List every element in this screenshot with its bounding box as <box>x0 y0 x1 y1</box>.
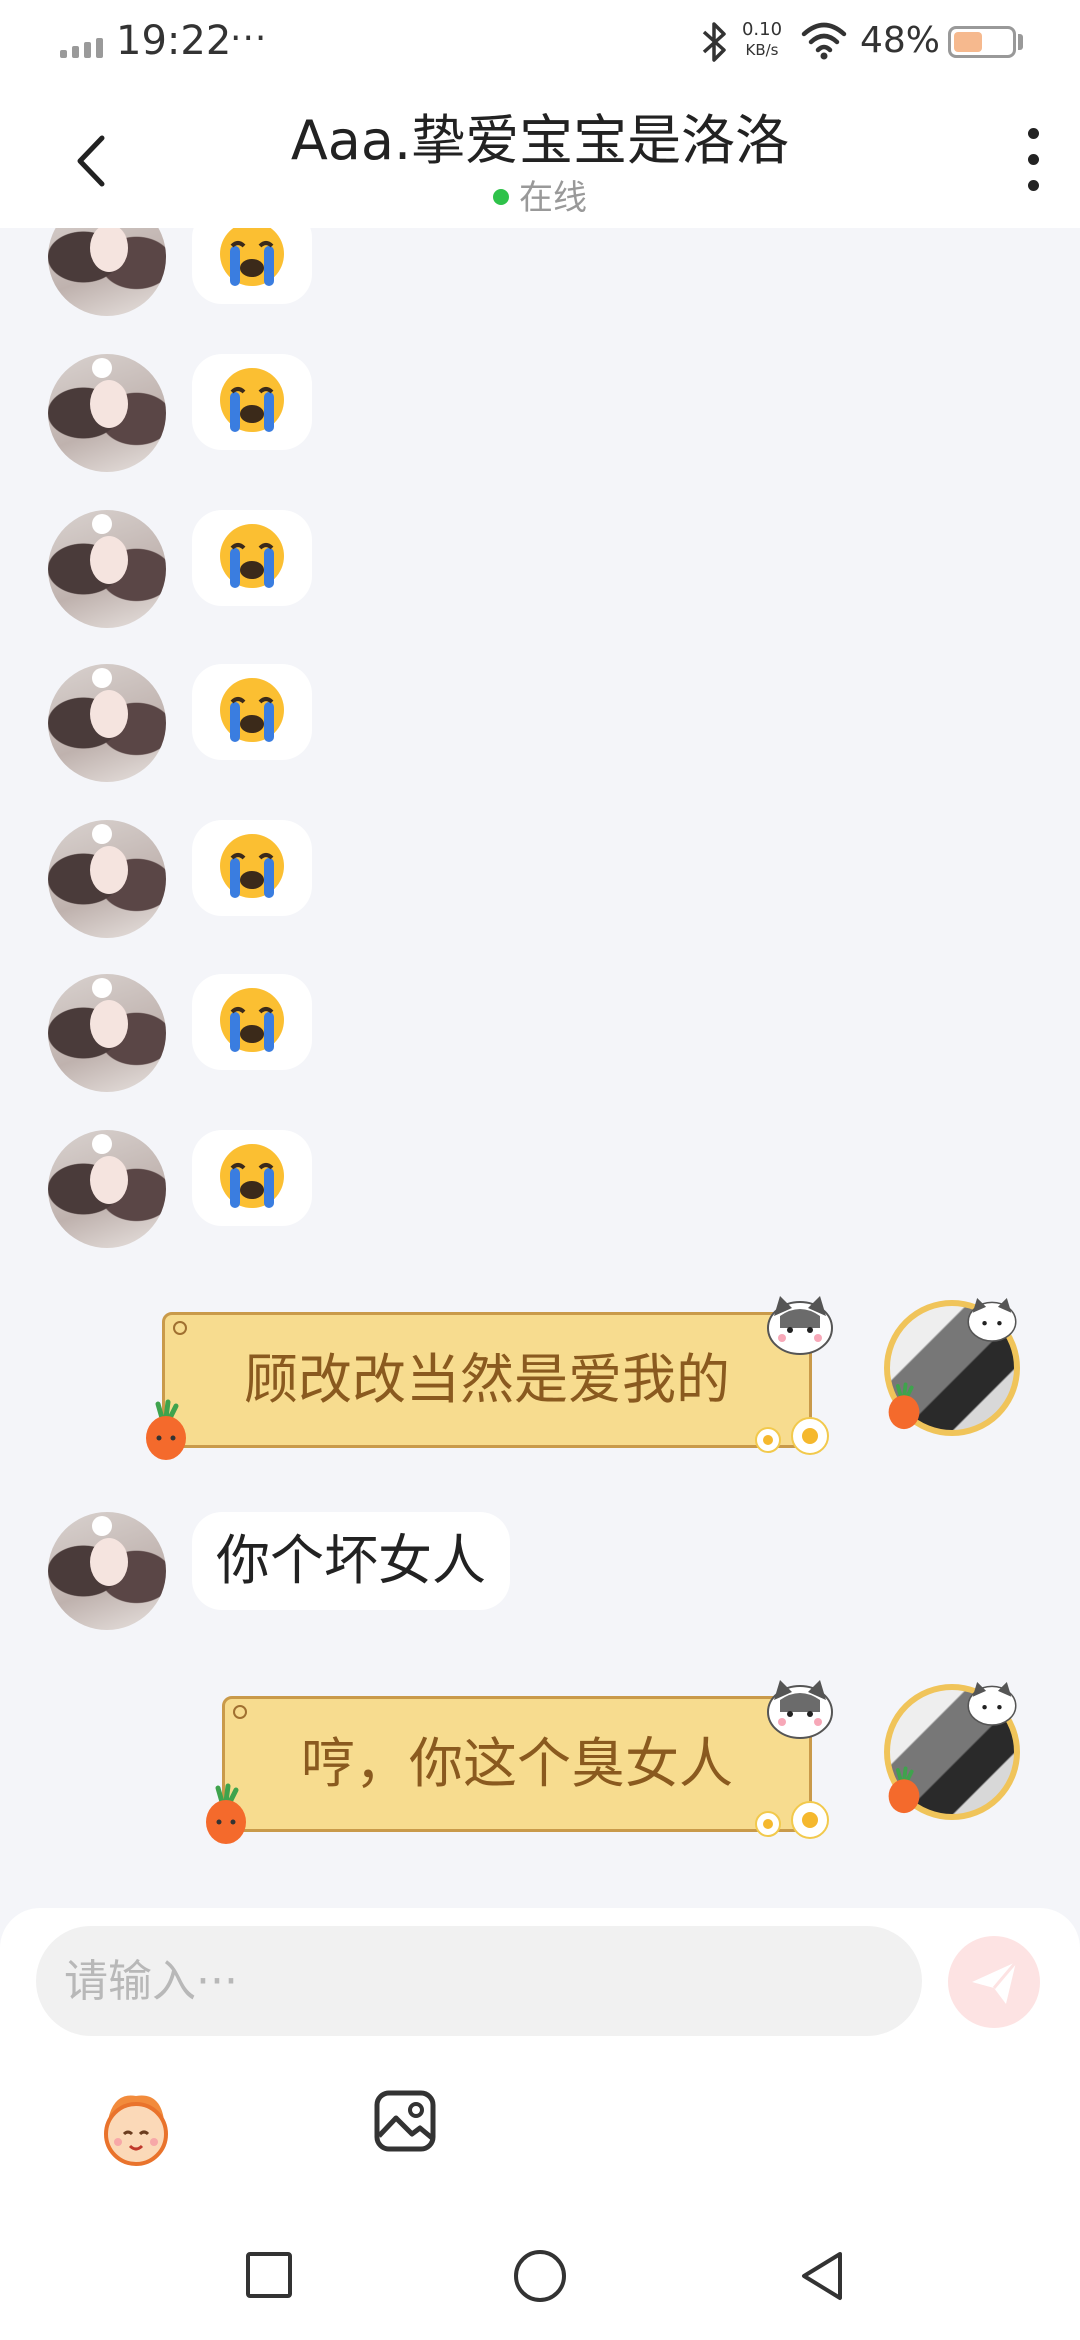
chat-header: Aaa.挚爱宝宝是洛洛 在线 <box>0 86 1080 228</box>
egg-flower-sticker-icon <box>755 1417 829 1455</box>
contact-avatar[interactable] <box>48 1512 166 1630</box>
egg-flower-sticker-icon <box>755 1801 829 1839</box>
home-button[interactable] <box>514 2250 566 2302</box>
emoji-message <box>192 974 312 1070</box>
loudly-crying-face-icon <box>220 228 284 286</box>
signal-icon <box>60 36 106 58</box>
contact-avatar[interactable] <box>48 228 166 316</box>
system-navigation-bar <box>0 2208 1080 2340</box>
carrot-sticker-icon <box>146 1399 186 1460</box>
online-status-label: 在线 <box>519 178 587 218</box>
loudly-crying-face-icon <box>220 678 284 742</box>
system-back-button[interactable] <box>796 2248 848 2304</box>
wifi-icon <box>801 22 847 60</box>
status-bar: 19:22 ··· 0.10 KB/s 48% <box>0 0 1080 86</box>
contact-avatar[interactable] <box>48 510 166 628</box>
paper-plane-icon <box>972 1961 1018 2004</box>
cat-sticker-icon <box>967 1297 1017 1342</box>
carrot-sticker-icon <box>888 1382 920 1430</box>
contact-avatar[interactable] <box>48 820 166 938</box>
loudly-crying-face-icon <box>220 1144 284 1208</box>
net-speed-value: 0.10 <box>741 19 783 40</box>
sent-message-text: 哼，你这个臭女人 <box>301 1732 733 1795</box>
bluetooth-icon <box>702 22 726 62</box>
composer-panel <box>0 1908 1080 2208</box>
emoji-message <box>192 228 312 304</box>
net-speed: 0.10 KB/s <box>740 20 784 60</box>
received-message[interactable]: 你个坏女人 <box>192 1512 510 1610</box>
emoji-message <box>192 664 312 760</box>
recent-apps-button[interactable] <box>246 2252 292 2298</box>
online-status: 在线 <box>0 170 1080 219</box>
sent-message[interactable]: 顾改改当然是爱我的 <box>162 1312 812 1448</box>
pin-icon <box>233 1705 247 1719</box>
sent-message-text: 顾改改当然是爱我的 <box>244 1348 730 1411</box>
battery-icon <box>948 26 1016 58</box>
carrot-sticker-icon <box>888 1766 920 1814</box>
emoji-message <box>192 354 312 450</box>
carrot-sticker-icon <box>206 1783 246 1844</box>
message-list[interactable]: 顾改改当然是爱我的 你个坏女人 哼，你这个臭女人 <box>0 228 1080 1908</box>
emoji-message <box>192 510 312 606</box>
contact-avatar[interactable] <box>48 1130 166 1248</box>
contact-avatar[interactable] <box>48 354 166 472</box>
message-input[interactable] <box>36 1926 922 2036</box>
online-dot-icon <box>493 188 509 205</box>
cat-sticker-icon <box>767 1296 833 1355</box>
image-picker-button-icon[interactable] <box>372 2088 438 2154</box>
send-button[interactable] <box>948 1936 1040 2028</box>
sent-message[interactable]: 哼，你这个臭女人 <box>222 1696 812 1832</box>
loudly-crying-face-icon <box>220 368 284 432</box>
status-more-indicator: ··· <box>230 18 268 59</box>
more-options-button[interactable] <box>1014 126 1054 196</box>
loudly-crying-face-icon <box>220 524 284 588</box>
loudly-crying-face-icon <box>220 988 284 1052</box>
status-time: 19:22 <box>116 18 232 64</box>
cat-sticker-icon <box>967 1681 1017 1726</box>
cat-sticker-icon <box>767 1680 833 1739</box>
net-speed-unit: KB/s <box>745 41 779 59</box>
contact-avatar[interactable] <box>48 974 166 1092</box>
battery-tip <box>1018 34 1023 50</box>
contact-avatar[interactable] <box>48 664 166 782</box>
emoji-message <box>192 1130 312 1226</box>
chat-title: Aaa.挚爱宝宝是洛洛 <box>290 109 790 172</box>
emoji-sticker-button-icon[interactable] <box>94 2086 178 2170</box>
pin-icon <box>173 1321 187 1335</box>
emoji-message <box>192 820 312 916</box>
battery-percent: 48% <box>860 20 941 61</box>
loudly-crying-face-icon <box>220 834 284 898</box>
